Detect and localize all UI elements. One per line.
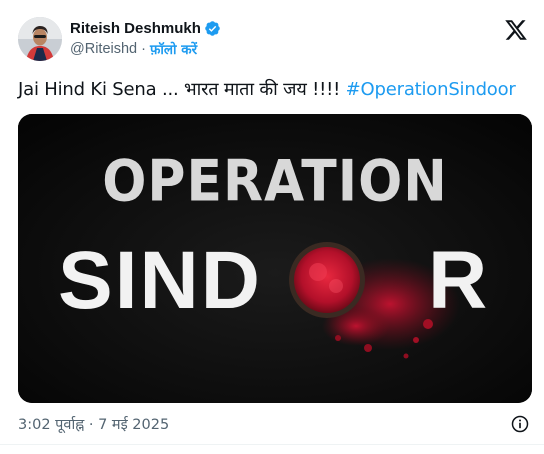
post-text-body: Jai Hind Ki Sena ... भारत माता की जय !!!…	[18, 79, 346, 100]
avatar[interactable]	[18, 17, 62, 61]
separator-dot: ·	[141, 41, 146, 57]
hashtag-link[interactable]: #OperationSindoor	[346, 79, 516, 100]
name-row: Riteish Deshmukh	[70, 20, 221, 37]
post-footer: 3:02 पूर्वाह्न · 7 मई 2025	[18, 414, 530, 434]
post-timestamp[interactable]: 3:02 पूर्वाह्न · 7 मई 2025	[18, 414, 169, 434]
media-title-line1: OPERATION	[102, 147, 448, 214]
info-icon[interactable]	[510, 414, 530, 434]
tweet-embed-card: Riteish Deshmukh @Riteishd · फ़ॉलो करें …	[0, 0, 544, 454]
bottom-divider	[0, 444, 544, 445]
post-text: Jai Hind Ki Sena ... भारत माता की जय !!!…	[18, 79, 538, 101]
media-title-r: R	[428, 235, 487, 326]
x-logo-icon[interactable]	[504, 18, 528, 42]
post-header: Riteish Deshmukh @Riteishd · फ़ॉलो करें	[18, 14, 530, 64]
sindoor-bowl-icon	[289, 242, 365, 318]
verified-badge-icon	[204, 20, 221, 37]
author-handle[interactable]: @Riteishd	[70, 41, 137, 57]
author-display-name[interactable]: Riteish Deshmukh	[70, 20, 201, 37]
media-title-sind: SIND	[58, 235, 262, 326]
author-info: Riteish Deshmukh @Riteishd · फ़ॉलो करें	[70, 20, 221, 58]
handle-row: @Riteishd · फ़ॉलो करें	[70, 40, 221, 58]
post-media-image[interactable]: OPERATION SIND R	[18, 114, 532, 403]
follow-button[interactable]: फ़ॉलो करें	[150, 40, 197, 58]
